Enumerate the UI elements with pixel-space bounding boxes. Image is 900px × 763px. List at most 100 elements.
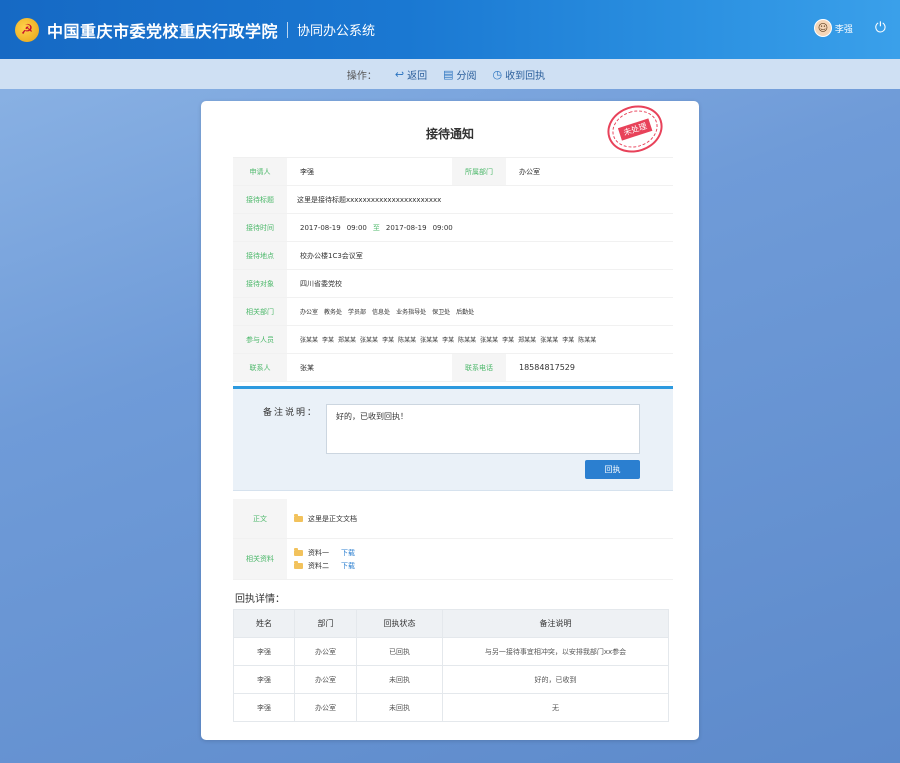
status-stamp: 未处理 — [601, 98, 669, 160]
download-link[interactable]: 下载 — [341, 548, 355, 558]
power-icon[interactable]: ⏻ — [875, 20, 886, 36]
contact-label: 联系人 — [233, 354, 287, 381]
time-end: 09:00 — [432, 223, 453, 232]
applicant-label: 申请人 — [233, 158, 287, 185]
person-item: 张某某 — [480, 337, 499, 344]
body-file-name: 这里是正文文档 — [308, 514, 357, 523]
col-header: 部门 — [294, 609, 357, 638]
folder-icon — [294, 560, 303, 569]
time-label: 接待时间 — [233, 214, 287, 241]
cell-dept: 办公室 — [294, 693, 357, 722]
subject-value: 这里是接待标题xxxxxxxxxxxxxxxxxxxxxxx — [297, 195, 442, 204]
cell-status: 已回执 — [356, 637, 443, 666]
cell-note: 好的，已收到 — [442, 665, 669, 694]
cell-name: 李强 — [233, 637, 295, 666]
place-value: 校办公楼1C3会议室 — [300, 251, 363, 260]
folder-icon — [294, 513, 303, 522]
info-table: 申请人 李强 所属部门 办公室 接待标题 这里是接待标题xxxxxxxxxxxx… — [233, 157, 673, 382]
row-people: 参与人员 张某某 李某 郑某某 张某某 李某 陈某某 张某某 李某 陈某某 张某… — [233, 326, 673, 354]
row-applicant: 申请人 李强 所属部门 办公室 — [233, 158, 673, 186]
person-item: 张某某 — [420, 337, 439, 344]
related-files: 资料一 下载 资料二 下载 — [287, 539, 673, 579]
phone-label: 联系电话 — [452, 354, 506, 381]
dept-item: 业务指导处 — [396, 309, 427, 316]
distribute-label: 分阅 — [456, 70, 477, 82]
app-title: 中国重庆市委党校重庆行政学院 — [47, 21, 279, 41]
detail-title: 回执详情： — [235, 594, 285, 605]
time-end-date: 2017-08-19 — [385, 223, 427, 232]
person-item: 李某 — [382, 337, 395, 344]
row-depts: 相关部门 办公室 教务处 学员部 信息处 业务指导处 保卫处 后勤处 — [233, 298, 673, 326]
table-row: 李强 办公室 未回执 无 — [233, 693, 669, 722]
cell-note: 与另一接待事宜相冲突，以安排我部门xx参会 — [442, 637, 669, 666]
person-item: 张某某 — [540, 337, 559, 344]
file-name: 资料一 — [308, 548, 329, 557]
place-label: 接待地点 — [233, 242, 287, 269]
dept-value: 办公室 — [519, 167, 540, 176]
reply-label: 备注说明： — [263, 408, 319, 418]
return-label: 返回 — [407, 70, 428, 82]
target-label: 接待对象 — [233, 270, 287, 297]
notice-card: 接待通知 未处理 申请人 李强 所属部门 办公室 接待标题 这里是接待标题xxx… — [201, 98, 699, 740]
person-item: 李某 — [322, 337, 335, 344]
person-item: 张某某 — [300, 337, 319, 344]
app-header: ☭ 中国重庆市委党校重庆行政学院 协同办公系统 ☺ 李强 ⏻ — [0, 0, 900, 59]
row-contact: 联系人 张某 联系电话 18584817529 — [233, 354, 673, 382]
target-value: 四川省委党校 — [300, 279, 342, 288]
depts-value: 办公室 教务处 学员部 信息处 业务指导处 保卫处 后勤处 — [287, 298, 673, 325]
dept-item: 保卫处 — [432, 309, 451, 316]
person-item: 陈某某 — [458, 337, 477, 344]
cell-status: 未回执 — [356, 693, 443, 722]
stamp-text: 未处理 — [617, 117, 653, 141]
row-time: 接待时间 2017-08-19 09:00 至 2017-08-19 09:00 — [233, 214, 673, 242]
cell-name: 李强 — [233, 693, 295, 722]
dept-item: 教务处 — [324, 309, 343, 316]
col-header: 备注说明 — [442, 609, 669, 638]
col-header: 回执状态 — [356, 609, 443, 638]
row-target: 接待对象 四川省委党校 — [233, 270, 673, 298]
receipt-button[interactable]: ◷ 收到回执 — [493, 67, 546, 82]
download-link[interactable]: 下载 — [341, 561, 355, 571]
cell-status: 未回执 — [356, 665, 443, 694]
applicant-value: 李强 — [300, 167, 314, 176]
username[interactable]: 李强 — [835, 22, 853, 35]
time-start: 09:00 — [346, 223, 367, 232]
time-to: 至 — [372, 223, 380, 232]
col-header: 姓名 — [233, 609, 295, 638]
return-button[interactable]: ↩ 返回 — [395, 67, 427, 82]
reply-textarea[interactable]: 好的，已收到回执！ — [326, 404, 640, 454]
person-item: 李某 — [442, 337, 455, 344]
table-row: 李强 办公室 已回执 与另一接待事宜相冲突，以安排我部门xx参会 — [233, 637, 669, 666]
dept-label: 所属部门 — [452, 158, 506, 185]
related-files-row: 相关资料 资料一 下载 资料二 下载 — [233, 539, 673, 580]
time-value: 2017-08-19 09:00 至 2017-08-19 09:00 — [287, 214, 673, 241]
person-item: 李某 — [562, 337, 575, 344]
dept-item: 学员部 — [348, 309, 367, 316]
party-emblem-icon: ☭ — [15, 17, 39, 42]
dept-item: 后勤处 — [456, 309, 475, 316]
people-value: 张某某 李某 郑某某 张某某 李某 陈某某 张某某 李某 陈某某 张某某 李某 … — [287, 326, 673, 353]
cell-note: 无 — [442, 693, 669, 722]
receipt-table: 姓名 部门 回执状态 备注说明 李强 办公室 已回执 与另一接待事宜相冲突，以安… — [233, 609, 669, 722]
contact-value: 张某 — [300, 363, 314, 372]
table-row: 李强 办公室 未回执 好的，已收到 — [233, 665, 669, 694]
distribute-button[interactable]: ▤ 分阅 — [443, 67, 476, 82]
time-start-date: 2017-08-19 — [300, 223, 341, 232]
phone-value: 18584817529 — [519, 363, 575, 372]
person-item: 陈某某 — [578, 337, 597, 344]
file-item: 资料二 下载 — [294, 559, 673, 572]
person-item: 郑某某 — [518, 337, 537, 344]
reply-panel: 备注说明： 好的，已收到回执！ 回执 — [233, 386, 673, 491]
toolbar: 操作： ↩ 返回 ▤ 分阅 ◷ 收到回执 — [0, 59, 900, 89]
table-header-row: 姓名 部门 回执状态 备注说明 — [233, 609, 669, 638]
folder-icon — [294, 547, 303, 556]
person-item: 张某某 — [360, 337, 379, 344]
row-subject: 接待标题 这里是接待标题xxxxxxxxxxxxxxxxxxxxxxx — [233, 186, 673, 214]
reply-button[interactable]: 回执 — [585, 460, 640, 479]
distribute-icon: ▤ — [443, 67, 454, 81]
avatar-icon[interactable]: ☺ — [813, 19, 832, 37]
people-label: 参与人员 — [233, 326, 287, 353]
toolbar-label: 操作： — [346, 70, 377, 82]
body-file[interactable]: 这里是正文文档 — [294, 512, 673, 525]
app-subtitle: 协同办公系统 — [297, 24, 376, 39]
